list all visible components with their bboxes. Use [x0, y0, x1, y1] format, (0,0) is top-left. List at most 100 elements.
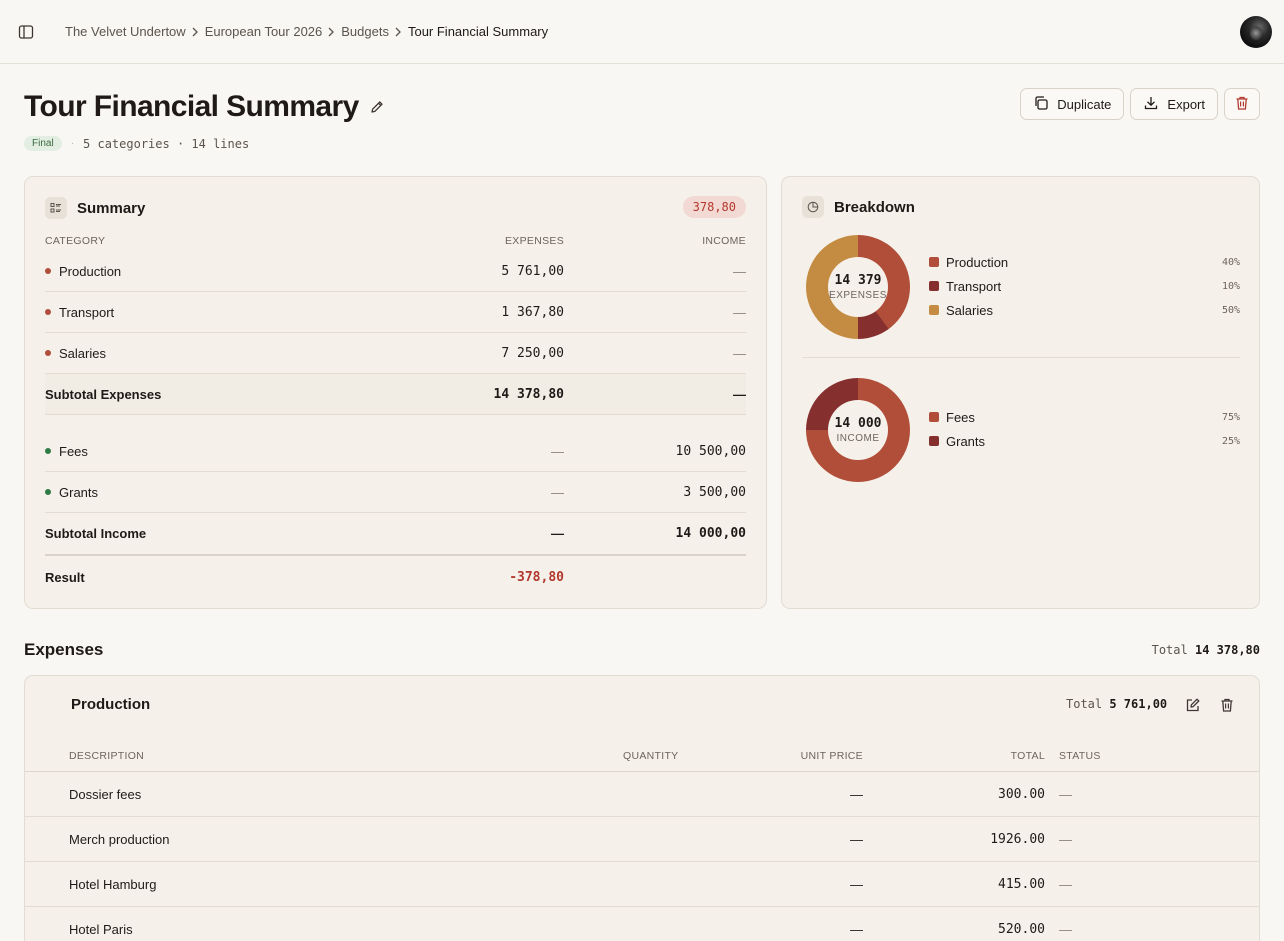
legend-name: Salaries	[946, 302, 993, 318]
expenses-section-total: Total 14 378,80	[1152, 643, 1260, 657]
subtotal-income-value: 14 000,00	[675, 526, 746, 541]
subtotal-expenses-row: Subtotal Expenses 14 378,80 —	[45, 374, 746, 415]
line-unit-price: —	[850, 832, 863, 847]
lines-table-header: DESCRIPTION QUANTITY UNIT PRICE TOTAL ST…	[25, 742, 1259, 772]
table-row: Production 5 761,00 —	[45, 251, 746, 292]
sidebar-toggle-icon[interactable]	[14, 20, 38, 44]
legend-percent: 10%	[1221, 280, 1240, 292]
income-value: 3 500,00	[683, 484, 746, 500]
line-total: 300.00	[998, 787, 1045, 802]
avatar[interactable]	[1240, 16, 1272, 48]
legend-percent: 50%	[1221, 304, 1240, 316]
copy-icon	[1033, 95, 1049, 114]
subtotal-expenses-value: —	[551, 526, 564, 541]
export-button[interactable]: Export	[1130, 88, 1218, 120]
subtotal-label: Subtotal Income	[45, 526, 147, 541]
breadcrumb-budgets[interactable]: Budgets	[341, 24, 389, 39]
result-badge: 378,80	[682, 196, 746, 218]
group-title: Production	[71, 696, 151, 713]
line-description: Hotel Paris	[69, 922, 133, 937]
breadcrumb-current: Tour Financial Summary	[407, 24, 549, 39]
legend-item: Fees 75%	[929, 405, 1240, 429]
delete-button[interactable]	[1224, 88, 1260, 120]
legend-item: Salaries 50%	[929, 298, 1240, 322]
line-total: 1926.00	[990, 832, 1045, 847]
breakdown-card: Breakdown 14 379 EXPENSES Production 40%…	[781, 176, 1260, 609]
subtotal-income-row: Subtotal Income — 14 000,00	[45, 513, 746, 554]
legend-swatch	[929, 412, 939, 422]
legend-swatch	[929, 281, 939, 291]
col-status: STATUS	[1059, 750, 1101, 762]
export-label: Export	[1167, 96, 1205, 112]
line-status: —	[1059, 877, 1072, 892]
line-status: —	[1059, 832, 1072, 847]
table-row[interactable]: Dossier fees — 300.00 —	[25, 772, 1259, 817]
section-total-label: Total	[1151, 643, 1188, 657]
divider	[802, 357, 1240, 358]
donut-total: 14 000	[834, 416, 882, 431]
summary-list-icon	[45, 197, 67, 219]
chevron-right-icon	[327, 27, 335, 37]
legend-name: Production	[946, 254, 1009, 270]
legend-name: Grants	[946, 433, 986, 449]
income-donut-chart: 14 000 INCOME	[806, 378, 910, 482]
trash-icon[interactable]	[1217, 695, 1237, 715]
duplicate-button[interactable]: Duplicate	[1020, 88, 1125, 120]
duplicate-label: Duplicate	[1057, 96, 1112, 112]
legend-percent: 25%	[1221, 435, 1240, 447]
expenses-section-title: Expenses	[24, 640, 104, 659]
result-label: Result	[45, 569, 85, 585]
expense-group-production: Production Total 5 761,00 DESCRIPTION QU…	[24, 675, 1260, 941]
category-name: Transport	[59, 304, 115, 320]
expenses-value: —	[551, 443, 564, 459]
legend-item: Transport 10%	[929, 274, 1240, 298]
legend-percent: 75%	[1221, 411, 1240, 423]
table-row: Salaries 7 250,00 —	[45, 333, 746, 374]
chevron-right-icon	[394, 27, 402, 37]
income-legend: Fees 75% Grants 25%	[929, 405, 1240, 453]
edit-icon[interactable]	[1183, 695, 1203, 715]
row-gap	[45, 415, 746, 431]
line-description: Dossier fees	[69, 787, 142, 802]
line-unit-price: —	[850, 877, 863, 892]
legend-swatch	[929, 305, 939, 315]
table-row[interactable]: Hotel Paris — 520.00 —	[25, 907, 1259, 941]
download-icon	[1143, 95, 1159, 114]
meta-separator: ·	[70, 138, 75, 149]
income-value: —	[733, 263, 746, 279]
legend-swatch	[929, 436, 939, 446]
donut-center: 14 379 EXPENSES	[828, 257, 888, 317]
income-value: 10 500,00	[675, 443, 746, 459]
expense-dot	[45, 268, 51, 274]
group-total-value: 5 761,00	[1109, 697, 1168, 711]
page-meta: Final · 5 categories · 14 lines	[24, 136, 249, 151]
expenses-value: —	[551, 484, 564, 500]
line-total: 520.00	[998, 922, 1045, 937]
table-row: Grants — 3 500,00	[45, 472, 746, 513]
line-unit-price: —	[850, 922, 863, 937]
summary-title: Summary	[77, 199, 146, 217]
line-total: 415.00	[998, 877, 1045, 892]
expenses-value: 5 761,00	[501, 263, 564, 279]
expense-dot	[45, 309, 51, 315]
summary-card: Summary 378,80 CATEGORY EXPENSES INCOME …	[24, 176, 767, 609]
table-row[interactable]: Hotel Hamburg — 415.00 —	[25, 862, 1259, 907]
breadcrumb: The Velvet Undertow European Tour 2026 B…	[65, 24, 548, 39]
expenses-donut-chart: 14 379 EXPENSES	[806, 235, 910, 339]
income-value: —	[733, 345, 746, 361]
col-quantity: QUANTITY	[623, 750, 679, 762]
result-row: Result -378,80	[45, 554, 746, 598]
breakdown-header: Breakdown	[802, 196, 915, 218]
legend-percent: 40%	[1221, 256, 1240, 268]
line-description: Merch production	[69, 832, 170, 847]
breakdown-title: Breakdown	[834, 198, 915, 216]
breadcrumb-tour[interactable]: European Tour 2026	[205, 24, 323, 39]
category-name: Salaries	[59, 345, 106, 361]
group-total: Total 5 761,00	[1066, 697, 1167, 711]
group-total-label: Total	[1066, 697, 1103, 711]
pie-chart-icon	[802, 196, 824, 218]
subtotal-expenses-value: 14 378,80	[493, 386, 564, 402]
table-row[interactable]: Merch production — 1926.00 —	[25, 817, 1259, 862]
pencil-icon[interactable]	[367, 97, 387, 117]
breadcrumb-band[interactable]: The Velvet Undertow	[65, 24, 186, 39]
